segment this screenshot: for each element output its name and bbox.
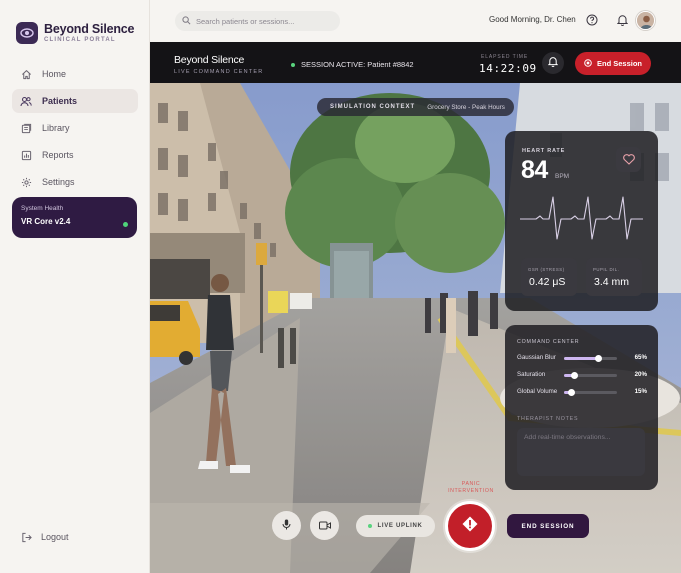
sidebar-item-label: Patients xyxy=(42,96,78,106)
status-dot-icon xyxy=(123,222,128,227)
slider-label: Global Volume xyxy=(517,388,558,395)
home-icon xyxy=(20,68,32,80)
vr-video-feed: SIMULATION CONTEXT Grocery Store - Peak … xyxy=(150,83,681,573)
simulation-context-value: Grocery Store - Peak Hours xyxy=(427,103,505,111)
help-icon[interactable] xyxy=(585,13,599,27)
logout-label: Logout xyxy=(41,532,69,542)
slider-value: 65% xyxy=(634,354,647,361)
greeting-text: Good Morning, Dr. Chen xyxy=(489,15,576,24)
live-dot-icon xyxy=(291,62,295,67)
therapist-notes-label: THERAPIST NOTES xyxy=(517,416,579,422)
gsr-label: GSR (STRESS) xyxy=(528,267,565,272)
heart-rate-label: HEART RATE xyxy=(522,148,566,154)
heart-icon[interactable] xyxy=(616,147,641,172)
panic-intervention-label: PANIC INTERVENTION xyxy=(448,481,494,494)
brand-title: Beyond Silence xyxy=(44,22,135,36)
brand-subtitle: CLINICAL PORTAL xyxy=(44,37,116,43)
slider-track[interactable] xyxy=(564,389,617,396)
search-icon xyxy=(182,12,191,30)
end-session-header-label: End Session xyxy=(596,59,642,68)
video-camera-icon xyxy=(318,517,331,535)
pupil-value: 3.4 mm xyxy=(594,276,630,288)
session-alerts-button[interactable] xyxy=(542,52,564,74)
vitals-card: HEART RATE 84 BPM GSR (STRESS) 0.42 μS P… xyxy=(505,131,658,311)
heart-rate-value: 84 xyxy=(521,156,548,184)
logout-button[interactable]: Logout xyxy=(20,531,69,543)
live-uplink-label: LIVE UPLINK xyxy=(377,523,423,529)
sidebar-item-label: Library xyxy=(42,123,70,133)
brand-logo-icon xyxy=(16,22,38,44)
avatar[interactable] xyxy=(636,11,655,30)
microphone-button[interactable] xyxy=(272,511,301,540)
system-health-label: System Health xyxy=(21,205,64,212)
ecg-waveform xyxy=(520,196,643,240)
end-session-button[interactable]: END SESSION xyxy=(507,514,589,538)
live-dot-icon xyxy=(368,524,373,528)
logout-icon xyxy=(20,531,32,543)
slider-label: Saturation xyxy=(517,371,546,378)
slider-track[interactable] xyxy=(564,372,617,379)
system-health-value: VR Core v2.4 xyxy=(21,217,71,226)
command-center-title: Beyond Silence xyxy=(174,54,245,66)
gear-icon xyxy=(20,176,32,188)
chart-icon xyxy=(20,149,32,161)
sidebar-item-settings[interactable]: Settings xyxy=(12,170,138,194)
sidebar-item-reports[interactable]: Reports xyxy=(12,143,138,167)
simulation-context-pill: SIMULATION CONTEXT Grocery Store - Peak … xyxy=(317,98,514,116)
slider-track[interactable] xyxy=(564,355,617,362)
sidebar: Beyond Silence CLINICAL PORTAL Home Pati… xyxy=(0,0,150,573)
command-center-card: COMMAND CENTER Gaussian Blur 65% Saturat… xyxy=(505,325,658,490)
stop-circle-icon xyxy=(584,58,592,69)
pupil-label: PUPIL DIL. xyxy=(593,267,620,272)
gsr-value: 0.42 μS xyxy=(529,276,566,288)
sidebar-item-home[interactable]: Home xyxy=(12,62,138,86)
live-uplink-button[interactable]: LIVE UPLINK xyxy=(356,515,435,537)
sidebar-item-label: Reports xyxy=(42,150,74,160)
warning-icon xyxy=(461,515,479,538)
sidebar-item-label: Settings xyxy=(42,177,75,187)
microphone-icon xyxy=(282,517,291,535)
camera-button[interactable] xyxy=(310,511,339,540)
sidebar-item-patients[interactable]: Patients xyxy=(12,89,138,113)
command-center-heading: COMMAND CENTER xyxy=(517,339,580,345)
gaussian-blur-slider[interactable]: Gaussian Blur 65% xyxy=(517,353,647,363)
search-input[interactable] xyxy=(196,16,336,26)
therapist-notes-input[interactable] xyxy=(517,428,645,476)
saturation-slider[interactable]: Saturation 20% xyxy=(517,370,647,380)
session-header: Beyond Silence LIVE COMMAND CENTER SESSI… xyxy=(150,42,681,83)
library-icon xyxy=(20,122,32,134)
search-box xyxy=(175,11,340,31)
session-status: SESSION ACTIVE: Patient #8842 xyxy=(291,60,414,69)
slider-handle[interactable] xyxy=(594,355,602,362)
slider-value: 15% xyxy=(634,388,647,395)
command-center-subtitle: LIVE COMMAND CENTER xyxy=(174,69,264,75)
users-icon xyxy=(20,95,32,107)
bell-icon xyxy=(547,54,559,72)
sidebar-item-label: Home xyxy=(42,69,67,79)
gsr-metric: GSR (STRESS) 0.42 μS xyxy=(521,258,577,296)
pupil-metric: PUPIL DIL. 3.4 mm xyxy=(586,258,642,296)
elapsed-time-value: 14:22:09 xyxy=(479,62,537,75)
sidebar-nav: Home Patients Library Reports Settings xyxy=(12,62,138,197)
slider-handle[interactable] xyxy=(568,389,576,396)
slider-fill xyxy=(564,357,599,360)
app-root: Beyond Silence CLINICAL PORTAL Home Pati… xyxy=(0,0,681,573)
slider-value: 20% xyxy=(634,371,647,378)
system-health-card: System Health VR Core v2.4 xyxy=(12,197,137,238)
slider-handle[interactable] xyxy=(571,372,579,379)
top-bar: Good Morning, Dr. Chen xyxy=(150,0,681,42)
bell-icon[interactable] xyxy=(615,13,629,27)
global-volume-slider[interactable]: Global Volume 15% xyxy=(517,387,647,397)
sidebar-item-library[interactable]: Library xyxy=(12,116,138,140)
slider-label: Gaussian Blur xyxy=(517,354,556,361)
brand: Beyond Silence CLINICAL PORTAL xyxy=(16,22,134,44)
elapsed-time-label: ELAPSED TIME xyxy=(481,54,529,60)
panic-intervention-button[interactable] xyxy=(445,501,495,551)
heart-rate-unit: BPM xyxy=(555,173,570,180)
end-session-header-button[interactable]: End Session xyxy=(575,52,651,75)
simulation-context-label: SIMULATION CONTEXT xyxy=(330,104,416,110)
session-status-text: SESSION ACTIVE: Patient #8842 xyxy=(301,60,414,69)
